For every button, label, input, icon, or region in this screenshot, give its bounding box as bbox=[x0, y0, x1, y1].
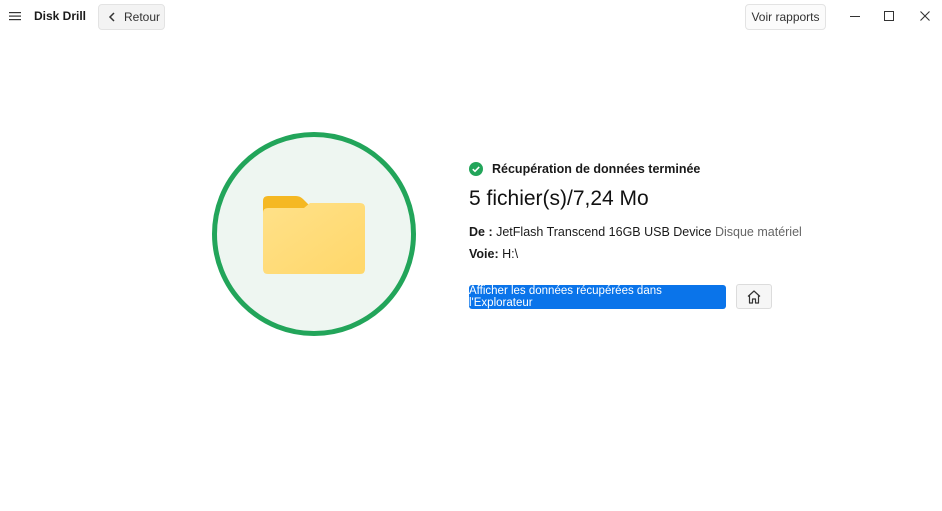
minimize-icon[interactable] bbox=[848, 9, 862, 23]
maximize-icon[interactable] bbox=[882, 9, 896, 23]
path-value: H:\ bbox=[502, 247, 519, 261]
source-label: De : bbox=[469, 225, 493, 239]
chevron-left-icon bbox=[108, 12, 115, 22]
folder-icon bbox=[263, 196, 365, 274]
app-title: Disk Drill bbox=[34, 9, 87, 23]
title-bar: Disk Drill Retour Voir rapports bbox=[0, 0, 942, 34]
status-text: Récupération de données terminée bbox=[492, 162, 701, 176]
close-icon[interactable] bbox=[918, 9, 932, 23]
show-in-explorer-label: Afficher les données récupérées dans l'E… bbox=[469, 285, 662, 309]
back-button-label: Retour bbox=[124, 10, 161, 24]
show-in-explorer-button[interactable]: Afficher les données récupérées dans l'E… bbox=[469, 285, 726, 309]
path-row: Voie: H:\ bbox=[469, 247, 518, 261]
recovery-summary: 5 fichier(s)/7,24 Mo bbox=[469, 187, 649, 210]
check-circle-icon bbox=[469, 162, 483, 176]
device-type: Disque matériel bbox=[714, 225, 802, 239]
home-icon bbox=[747, 289, 761, 304]
view-reports-label: Voir rapports bbox=[751, 10, 820, 24]
hamburger-menu-icon[interactable] bbox=[8, 9, 22, 23]
device-name: JetFlash Transcend 16GB USB Device bbox=[496, 225, 712, 239]
path-label: Voie: bbox=[469, 247, 499, 261]
back-button[interactable]: Retour bbox=[98, 4, 165, 30]
source-device-row: De : JetFlash Transcend 16GB USB Device … bbox=[469, 225, 802, 239]
home-button[interactable] bbox=[736, 284, 772, 309]
status-row: Récupération de données terminée bbox=[469, 162, 700, 176]
view-reports-button[interactable]: Voir rapports bbox=[745, 4, 826, 30]
